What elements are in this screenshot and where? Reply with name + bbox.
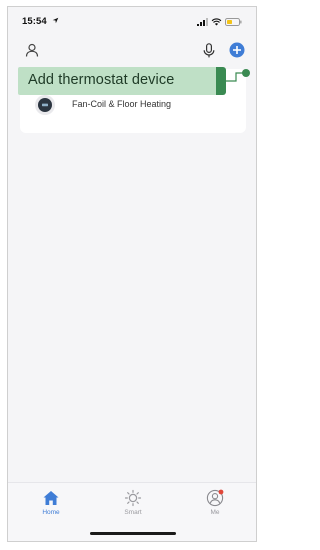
wifi-icon <box>211 18 222 26</box>
battery-icon <box>225 18 242 26</box>
plus-circle-icon <box>229 42 245 58</box>
profile-circle-icon <box>206 489 224 507</box>
home-icon <box>43 491 59 505</box>
home-indicator <box>90 532 176 535</box>
profile-button[interactable] <box>23 41 41 59</box>
device-list-item[interactable]: Fan-Coil & Floor Heating <box>20 91 246 119</box>
tab-home[interactable]: Home <box>26 489 76 519</box>
device-name: Fan-Coil & Floor Heating <box>72 99 172 109</box>
tab-smart-label: Smart <box>124 509 142 516</box>
tab-bar: Home Smart Me <box>8 482 256 541</box>
cellular-signal-icon <box>197 18 208 26</box>
status-indicators <box>197 17 242 27</box>
phone-screen: 15:54 Fan-Coil & Floor Heating Add therm… <box>7 6 257 542</box>
sun-icon <box>124 489 142 507</box>
status-time: 15:54 <box>22 16 47 27</box>
person-icon <box>25 43 39 57</box>
annotation-text: Add thermostat device <box>28 72 175 88</box>
status-bar: 15:54 <box>8 7 256 33</box>
thermostat-icon <box>35 95 55 115</box>
add-device-button[interactable] <box>228 41 246 59</box>
voice-button[interactable] <box>200 41 218 59</box>
annotation-callout: Add thermostat device <box>18 67 226 95</box>
microphone-icon <box>203 42 215 57</box>
top-bar <box>8 33 256 67</box>
tab-smart[interactable]: Smart <box>108 489 158 519</box>
tab-me-label: Me <box>210 509 220 516</box>
annotation-connector <box>218 69 250 82</box>
location-arrow-icon <box>52 17 59 24</box>
tab-me[interactable]: Me <box>190 489 240 519</box>
tab-home-label: Home <box>42 509 60 516</box>
